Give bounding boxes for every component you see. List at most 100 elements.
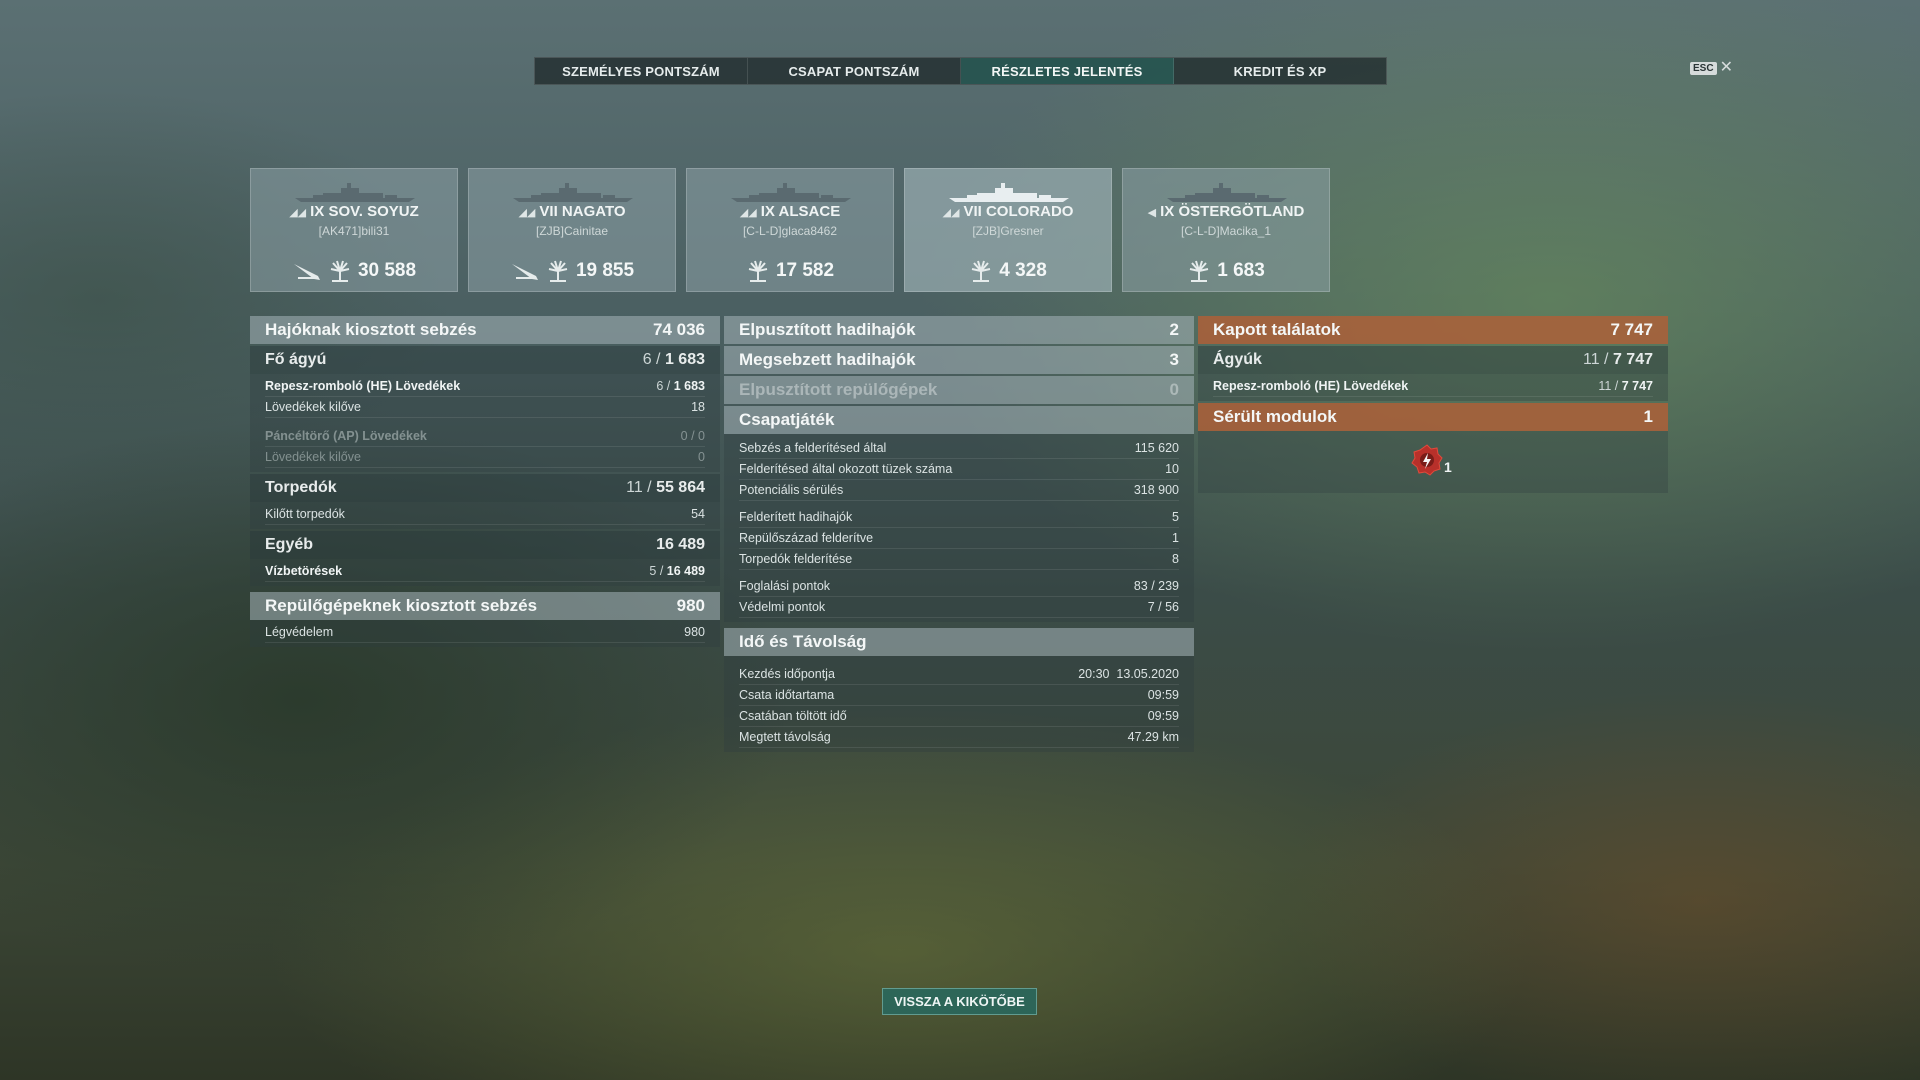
ship-class-icon: ◢◢ [289,207,307,219]
row-cell: Páncéltörő (AP) Lövedékek [265,429,427,443]
row-cell: Kezdés időpontja [739,667,835,681]
header-cell: / [642,479,657,496]
row-cell: 980 [684,625,705,639]
row-cell: 318 900 [1133,483,1179,497]
row-cell: 47.29 km [1127,730,1179,744]
row-cell: Megtett távolság [739,730,831,744]
row-cell: 20:30 13.05.2020 [1078,667,1179,681]
row-cell: Repesz-romboló (HE) Lövedékek [1213,379,1409,393]
ship-silhouette-icon [731,183,851,202]
ship-name: ◢◢ IX ALSACE [739,203,841,220]
header-cell: 11 / 7 747 [1583,351,1653,369]
ship-class-icon: ◢◢ [739,207,757,219]
header-cell: 11 [1583,351,1600,368]
tab-detailed-report[interactable]: RÉSZLETES JELENTÉS [961,58,1174,84]
potential-damage-row: Potenciális sérülés 318 900 [739,480,1179,501]
row-cell: 54 [691,507,705,521]
row-cell: Felderítésed által okozott tüzek száma [739,462,953,476]
destroyed-planes-header: Elpusztított repülőgépek 0 [724,376,1194,404]
row-cell: 5 / 16 489 [649,564,705,578]
header-cell: Sérült modulok [1213,407,1337,426]
torps-fired-row: Kilőtt torpedók 54 [265,504,705,525]
row-cell: 8 [1172,552,1179,566]
received-panel: Kapott találatok 7 747 Ágyúk 11 / 7 747 … [1198,316,1668,493]
ship-card[interactable]: ◢◢ VII NAGATO [ZJB]Cainitae 19 855 [468,168,676,292]
he-fired-row: Lövedékek kilőve 18 [265,397,705,418]
main-battery-label: Fő ágyú [265,351,327,368]
close-icon: ✕ [1719,59,1733,76]
start-time-row: Kezdés időpontja 20:30 13.05.2020 [739,664,1179,685]
spotted-ships-row: Felderített hadihajók 5 [739,507,1179,528]
close-button[interactable]: ESC ✕ [1690,59,1733,76]
ship-card[interactable]: ◢◢ IX SOV. SOYUZ [AK471]bili31 30 588 [250,168,458,292]
back-to-port-button[interactable]: VISSZA A KIKÖTŐBE [882,988,1037,1015]
row-cell: 18 [691,400,705,414]
row-cell: Kilőtt torpedók [265,507,345,521]
ship-card[interactable]: ◢◢ VII COLORADO [ZJB]Gresner 4 328 [904,168,1112,292]
ship-damage-value: 17 582 [775,260,835,281]
header-cell: 1 [1643,407,1653,426]
row-cell: 0 [698,450,705,464]
received-he-row: Repesz-romboló (HE) Lövedékek 11 / 7 747 [1213,376,1653,397]
row-cell: Vízbetörések [265,564,343,578]
plane-damage-header: Repülőgépeknek kiosztott sebzés 980 [250,592,720,620]
row-cell: Lövedékek kilőve [265,450,361,464]
player-name: [ZJB]Cainitae [535,224,609,238]
header-cell: 11 / 55 864 [626,479,705,497]
ship-cards: ◢◢ IX SOV. SOYUZ [AK471]bili31 30 588 ◢◢ V… [250,168,1330,292]
damage-explosion-icon [748,260,768,282]
other-header: Egyéb 16 489 [250,531,720,559]
ship-class-icon: ◀ [1147,207,1157,219]
ship-card[interactable]: ◢◢ IX ALSACE [C-L-D]glaca8462 17 582 [686,168,894,292]
main-battery-damage: 1 683 [664,351,705,368]
tab-personal-score[interactable]: SZEMÉLYES PONTSZÁM [535,58,748,84]
row-cell: Lövedékek kilőve [265,400,361,414]
spot-damage-row: Sebzés a felderítésed által 115 620 [739,438,1179,459]
teamplay-header: Csapatjáték [724,406,1194,434]
ship-silhouette-icon [949,183,1069,202]
row-cell: Foglalási pontok [739,579,831,593]
flooding-row: Vízbetörések 5 / 16 489 [265,561,705,582]
header-cell: Elpusztított repülőgépek [739,380,938,399]
player-name: [AK471]bili31 [318,224,390,238]
ship-silhouette-icon [1167,183,1287,202]
engine-module-icon [1411,444,1443,476]
header-cell: Idő és Távolság [739,632,867,651]
spotted-torpedoes-row: Torpedók felderítése 8 [739,549,1179,570]
header-cell: 3 [1169,350,1179,369]
ship-name: ◀ IX ÖSTERGÖTLAND [1147,203,1305,220]
header-cell: Repülőgépeknek kiosztott sebzés [265,596,538,615]
player-name: [C-L-D]glaca8462 [742,224,838,238]
header-cell: / [1599,351,1613,368]
tab-team-score[interactable]: CSAPAT PONTSZÁM [748,58,961,84]
row-cell: Sebzés a felderítésed által [739,441,887,455]
ship-card[interactable]: ◀ IX ÖSTERGÖTLAND [C-L-D]Macika_1 1 683 [1122,168,1330,292]
module-count: 1 [1444,459,1452,475]
header-cell: Ágyúk [1213,351,1262,368]
row-cell: 1 [1172,531,1179,545]
main-battery-header: Fő ágyú 6 / 1 683 [250,346,720,374]
row-cell: 7 / 56 [1147,600,1179,614]
ship-silhouette-icon [295,183,415,202]
he-row: Repesz-romboló (HE) Lövedékek 6 / 1 683 [265,376,705,397]
report-tabs: SZEMÉLYES PONTSZÁM CSAPAT PONTSZÁM RÉSZL… [534,57,1387,85]
ship-damage-value: 19 855 [575,260,635,281]
received-hits-header: Kapott találatok 7 747 [1198,316,1668,344]
header-cell: 55 864 [656,479,705,496]
row-cell: Felderített hadihajók [739,510,853,524]
header-cell: 7 747 [1610,320,1653,339]
defense-points-row: Védelmi pontok 7 / 56 [739,597,1179,618]
ship-damage-label: Hajóknak kiosztott sebzés [265,320,477,339]
header-cell: 6 / 1 683 [643,351,705,369]
header-cell: 980 [676,596,705,615]
header-cell: 7 747 [1612,351,1653,368]
header-cell: / [651,351,665,368]
spotted-squadron-row: Repülőszázad felderítve 1 [739,528,1179,549]
row-cell: Csata időtartama [739,688,835,702]
tab-credits-xp[interactable]: KREDIT ÉS XP [1174,58,1386,84]
player-name: [C-L-D]Macika_1 [1180,224,1272,238]
header-cell: Torpedók [265,479,337,496]
ship-damage-value: 4 328 [999,260,1047,281]
header-cell: Elpusztított hadihajók [739,320,916,339]
row-cell: 10 [1165,462,1179,476]
